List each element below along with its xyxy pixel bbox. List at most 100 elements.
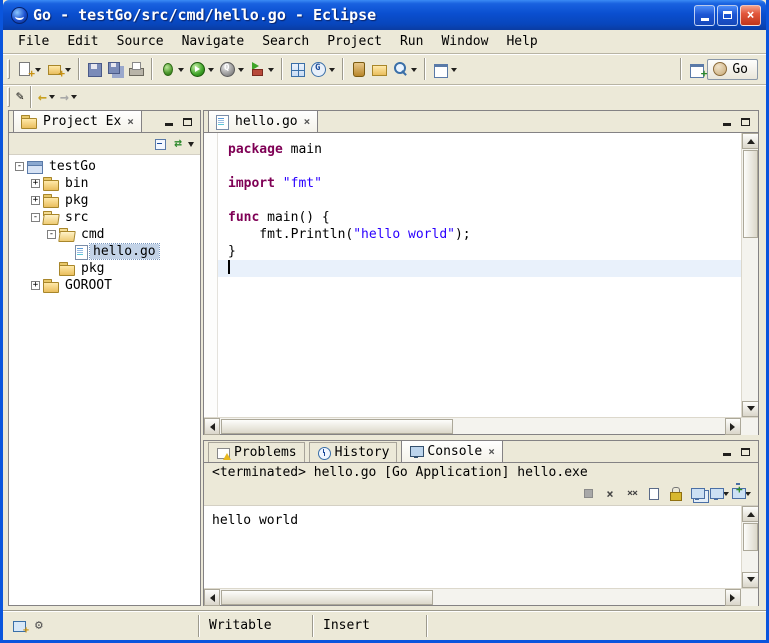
open-type-button[interactable]: [348, 57, 369, 81]
expander-icon[interactable]: [47, 230, 56, 239]
go-file-icon: [216, 115, 227, 128]
terminate-button[interactable]: [578, 484, 598, 504]
scroll-down-button[interactable]: [742, 572, 758, 588]
open-console-button[interactable]: [732, 484, 752, 504]
scroll-up-button[interactable]: [742, 133, 758, 149]
link-with-editor-button[interactable]: ⇄: [174, 136, 182, 151]
maximize-view-button[interactable]: [738, 445, 753, 458]
menu-file[interactable]: File: [9, 32, 58, 51]
view-menu-button[interactable]: [188, 142, 194, 150]
tab-problems[interactable]: Problems: [208, 442, 305, 462]
collapse-all-button[interactable]: [154, 137, 168, 151]
arrow-right-icon: [730, 594, 739, 602]
run-button[interactable]: [187, 57, 217, 81]
maximize-view-button[interactable]: [180, 115, 195, 128]
folder-open-icon: [43, 211, 58, 224]
editor-horizontal-scrollbar[interactable]: [204, 417, 758, 434]
new-element-button[interactable]: [44, 57, 74, 81]
open-perspective-button[interactable]: [686, 57, 707, 81]
tree-item-testgo[interactable]: testGo: [9, 158, 200, 175]
go-perspective-button[interactable]: Go: [707, 59, 758, 80]
editor-left-ruler[interactable]: [204, 133, 218, 417]
save-all-button[interactable]: [105, 57, 126, 81]
tab-close-icon[interactable]: ×: [304, 115, 311, 128]
tree-item-pkg[interactable]: pkg: [9, 192, 200, 209]
tab-close-icon[interactable]: ×: [127, 115, 134, 128]
search-button[interactable]: [390, 57, 420, 81]
tree-item-hello-go[interactable]: hello.go: [9, 243, 200, 260]
tab-close-icon[interactable]: ×: [488, 445, 495, 458]
forward-button[interactable]: →: [58, 85, 80, 109]
toolbar-grip[interactable]: [7, 87, 10, 107]
console-horizontal-scrollbar[interactable]: [204, 588, 758, 605]
editor-vertical-scrollbar[interactable]: [741, 133, 758, 417]
remove-all-launches-button[interactable]: ××: [622, 484, 642, 504]
expander-icon[interactable]: [31, 281, 40, 290]
maximize-view-button[interactable]: [738, 115, 753, 128]
menu-run[interactable]: Run: [391, 32, 432, 51]
last-edit-location-button[interactable]: ✎: [14, 85, 26, 109]
print-button[interactable]: [126, 57, 147, 81]
minimize-view-button[interactable]: [719, 445, 734, 458]
open-resource-button[interactable]: [369, 57, 390, 81]
scrollbar-thumb[interactable]: [221, 419, 453, 434]
external-tools-button[interactable]: [247, 57, 277, 81]
minimize-view-button[interactable]: [161, 115, 176, 128]
maximize-button[interactable]: [717, 5, 738, 26]
pin-console-button[interactable]: [688, 484, 708, 504]
minimize-button[interactable]: [694, 5, 715, 26]
scroll-left-button[interactable]: [204, 589, 220, 606]
close-button[interactable]: ×: [740, 5, 761, 26]
remove-launch-button[interactable]: ×: [600, 484, 620, 504]
scroll-lock-button[interactable]: [666, 484, 686, 504]
tree-item-bin[interactable]: bin: [9, 175, 200, 192]
new-wizard-button[interactable]: [14, 57, 44, 81]
remove-icon: ×: [606, 487, 613, 501]
menu-help[interactable]: Help: [497, 32, 546, 51]
expander-icon[interactable]: [31, 179, 40, 188]
scrollbar-thumb[interactable]: [221, 590, 433, 605]
expander-icon[interactable]: [31, 213, 40, 222]
save-button[interactable]: [84, 57, 105, 81]
code-area[interactable]: package main import "fmt" func main() { …: [218, 133, 741, 417]
tab-hello-go[interactable]: hello.go ×: [208, 110, 318, 132]
menu-search[interactable]: Search: [253, 32, 318, 51]
menu-window[interactable]: Window: [432, 32, 497, 51]
tab-console[interactable]: Console ×: [401, 440, 502, 462]
gear-icon[interactable]: ⚙: [35, 619, 43, 632]
back-button[interactable]: ←: [36, 85, 58, 109]
run-last-button[interactable]: [217, 57, 247, 81]
scrollbar-thumb[interactable]: [743, 150, 758, 238]
scroll-down-button[interactable]: [742, 401, 758, 417]
fast-view-icon[interactable]: [13, 620, 27, 632]
console-output[interactable]: hello world: [204, 506, 741, 588]
toolbar-grip[interactable]: [7, 59, 10, 79]
console-vertical-scrollbar[interactable]: [741, 506, 758, 588]
menu-edit[interactable]: Edit: [58, 32, 107, 51]
minimize-view-button[interactable]: [719, 115, 734, 128]
tab-history[interactable]: History: [309, 442, 398, 462]
run-icon: [189, 61, 206, 77]
tree-item-cmd[interactable]: cmd: [9, 226, 200, 243]
clear-console-button[interactable]: [644, 484, 664, 504]
menu-project[interactable]: Project: [318, 32, 391, 51]
tab-project-explorer[interactable]: Project Ex ×: [13, 110, 142, 132]
menu-source[interactable]: Source: [108, 32, 173, 51]
scrollbar-thumb[interactable]: [743, 523, 758, 551]
menu-navigate[interactable]: Navigate: [173, 32, 254, 51]
display-selected-console-button[interactable]: [710, 484, 730, 504]
tree-item-goroot[interactable]: GOROOT: [9, 277, 200, 294]
tree-item-src[interactable]: src: [9, 209, 200, 226]
scroll-up-button[interactable]: [742, 506, 758, 522]
scroll-left-button[interactable]: [204, 418, 220, 435]
scroll-right-button[interactable]: [725, 418, 741, 435]
maximize-view-icon: [183, 118, 192, 126]
expander-icon[interactable]: [15, 162, 24, 171]
expander-icon[interactable]: [31, 196, 40, 205]
annotations-button[interactable]: [430, 57, 460, 81]
new-go-element-button[interactable]: [308, 57, 338, 81]
scroll-right-button[interactable]: [725, 589, 741, 606]
tree-item-pkg-2[interactable]: pkg: [9, 260, 200, 277]
new-go-project-button[interactable]: [287, 57, 308, 81]
debug-button[interactable]: [157, 57, 187, 81]
